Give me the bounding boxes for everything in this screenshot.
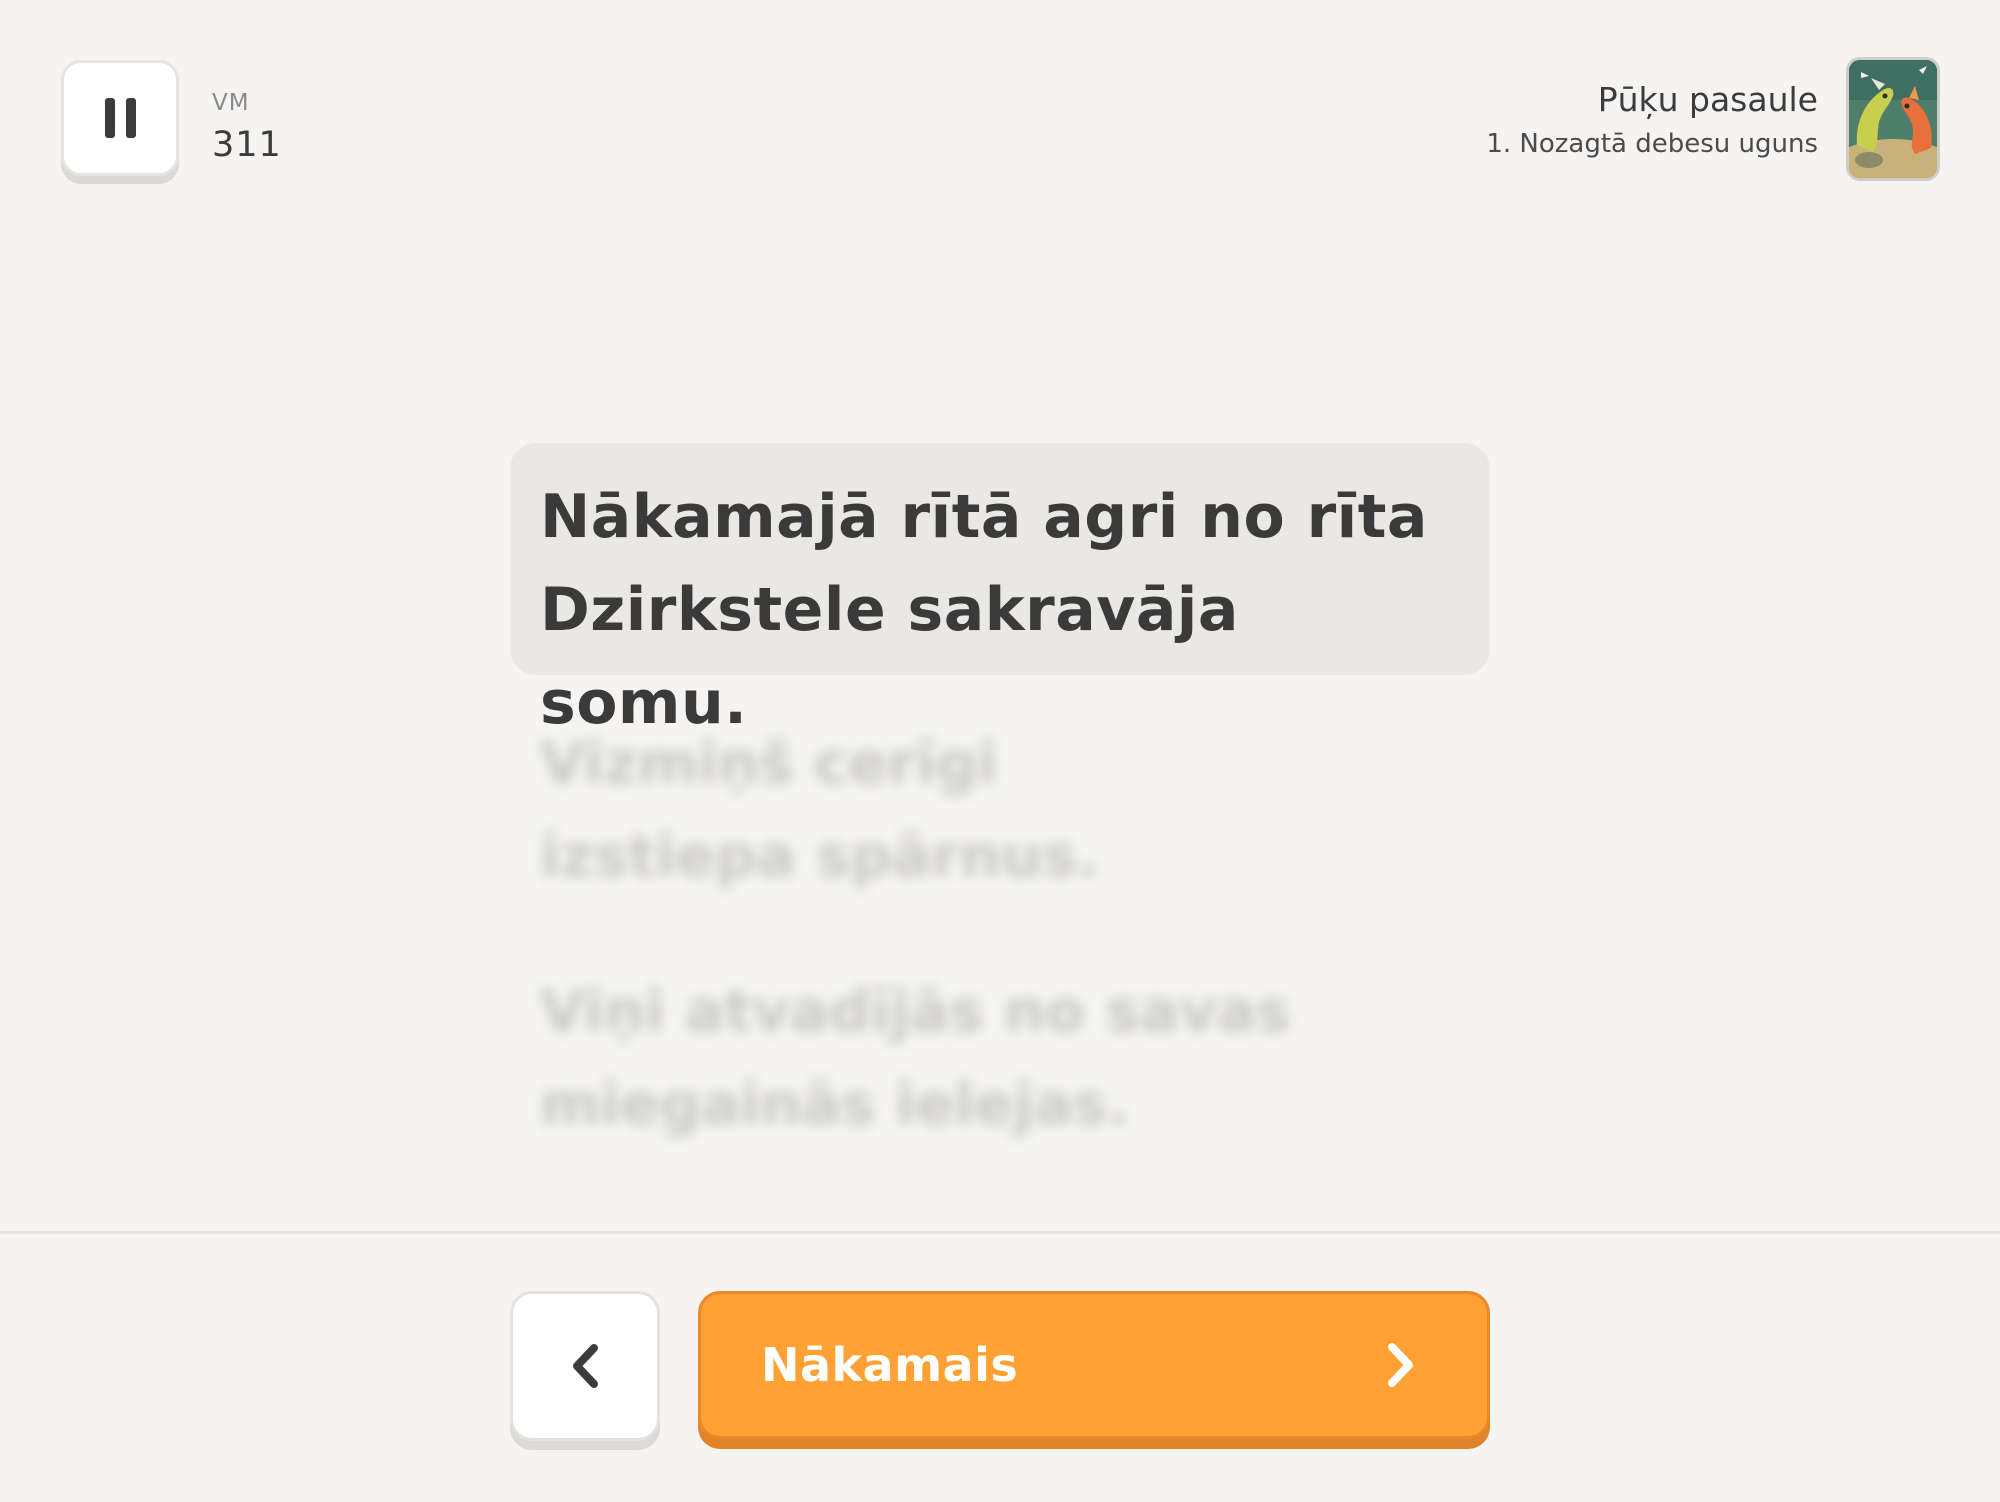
- level-value: 311: [212, 125, 282, 165]
- next-button[interactable]: Nākamais: [698, 1291, 1490, 1439]
- story-thumbnail: [1846, 57, 1940, 181]
- footer-divider: [0, 1231, 2000, 1234]
- chevron-left-icon: [573, 1344, 598, 1388]
- story-title: Pūķu pasaule: [1597, 80, 1818, 119]
- story-chapter: 1. Nozagtā debesu uguns: [1486, 129, 1818, 159]
- chevron-right-icon: [1388, 1343, 1413, 1387]
- story-info: Pūķu pasaule 1. Nozagtā debesu uguns: [1486, 78, 1818, 162]
- level-indicator: VM 311: [212, 88, 282, 168]
- back-button[interactable]: [510, 1291, 660, 1441]
- pause-icon: [104, 98, 136, 138]
- next-button-label: Nākamais: [761, 1338, 1019, 1392]
- current-story-line: Nākamajā rītā agri no rīta Dzirkstele sa…: [510, 443, 1490, 738]
- level-label: VM: [212, 90, 250, 116]
- pause-button[interactable]: [61, 60, 179, 176]
- dragon-illustration: [1849, 60, 1937, 178]
- upcoming-story-line: Vizmiņš cerīgi izstiepa spārnus.: [540, 729, 1099, 890]
- upcoming-story-line: Viņi atvadījās no savas miegainās ieleja…: [540, 977, 1291, 1138]
